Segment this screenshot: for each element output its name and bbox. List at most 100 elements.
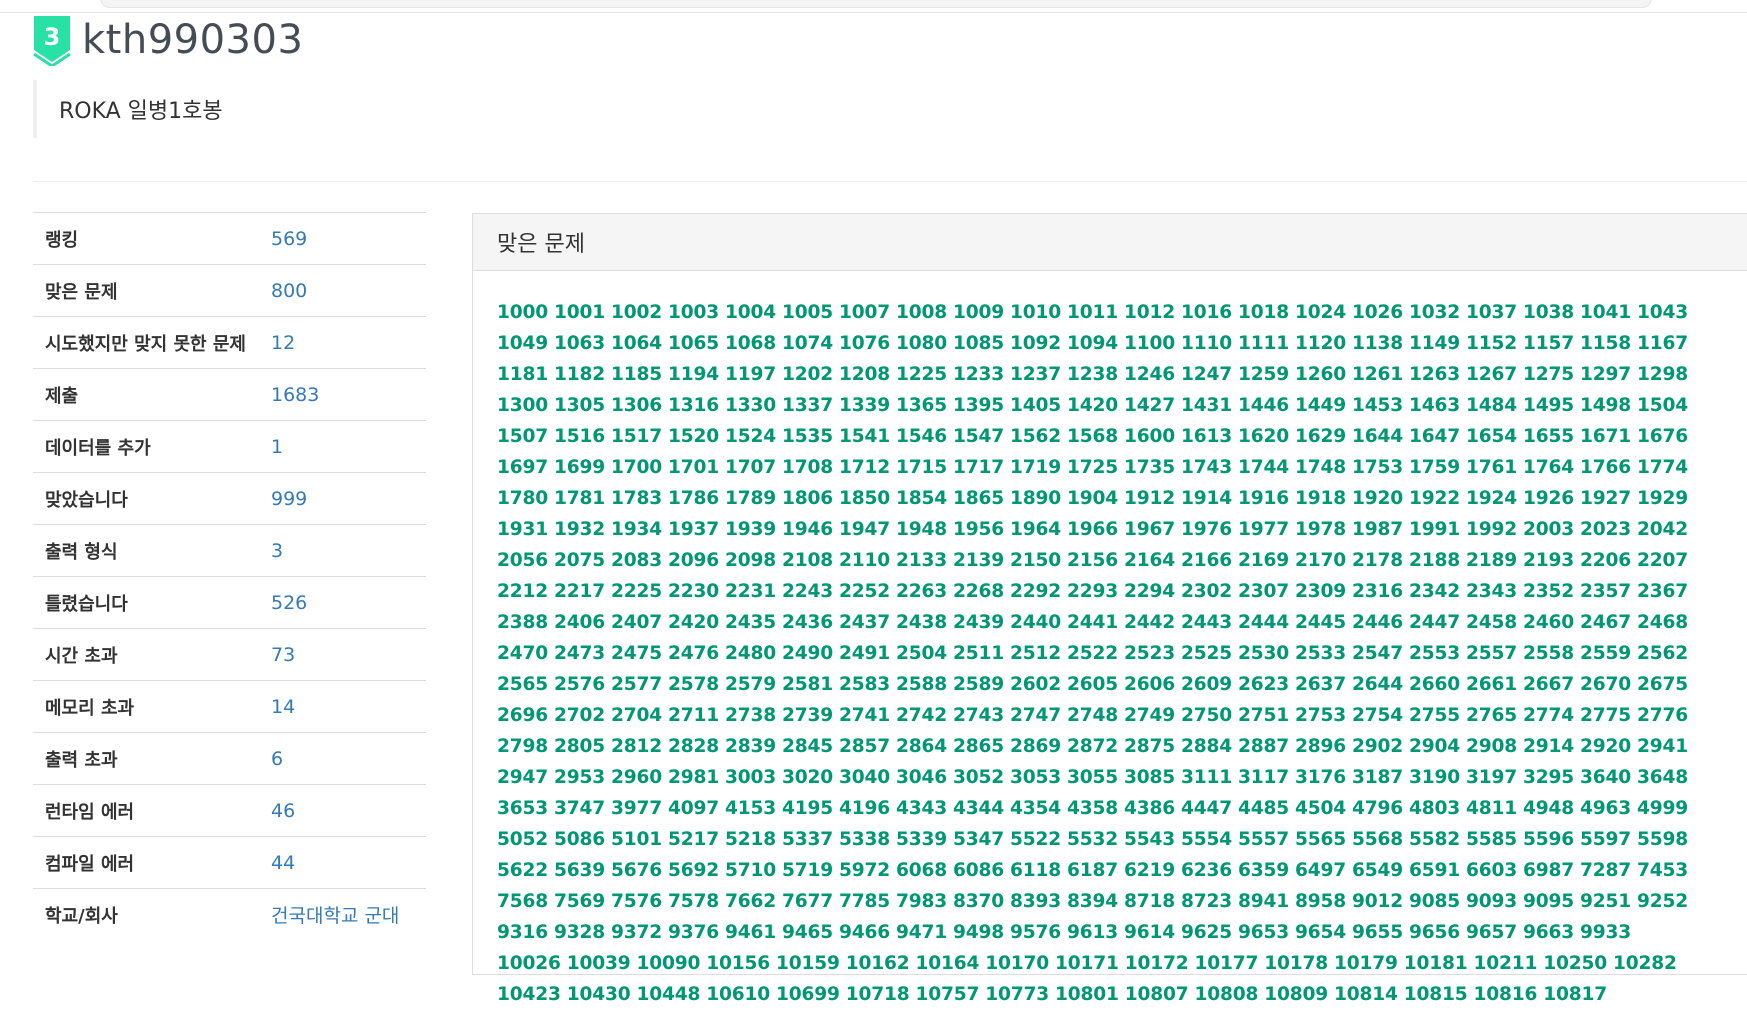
problem-link[interactable]: 1620 [1238,426,1289,447]
problem-link[interactable]: 1016 [1181,302,1232,323]
problem-link[interactable]: 1671 [1580,426,1631,447]
problem-link[interactable]: 4196 [839,798,890,819]
problem-link[interactable]: 1507 [497,426,548,447]
tier-badge-icon[interactable]: 3 [32,14,72,68]
problem-link[interactable]: 1038 [1523,302,1574,323]
problem-link[interactable]: 1629 [1295,426,1346,447]
problem-link[interactable]: 1541 [839,426,890,447]
problem-link[interactable]: 9576 [1010,922,1061,943]
problem-link[interactable]: 2947 [497,767,548,788]
problem-link[interactable]: 1753 [1352,457,1403,478]
problem-link[interactable]: 2470 [497,643,548,664]
problem-link[interactable]: 5101 [611,829,662,850]
stats-value-link[interactable]: 44 [271,837,426,889]
problem-link[interactable]: 1420 [1067,395,1118,416]
problem-link[interactable]: 1786 [668,488,719,509]
problem-link[interactable]: 2798 [497,736,548,757]
problem-link[interactable]: 7576 [611,891,662,912]
problem-link[interactable]: 1766 [1580,457,1631,478]
problem-link[interactable]: 1562 [1010,426,1061,447]
problem-link[interactable]: 5339 [896,829,947,850]
problem-link[interactable]: 2252 [839,581,890,602]
problem-link[interactable]: 1613 [1181,426,1232,447]
problem-link[interactable]: 1600 [1124,426,1175,447]
problem-link[interactable]: 1708 [782,457,833,478]
problem-link[interactable]: 2447 [1409,612,1460,633]
problem-link[interactable]: 4811 [1466,798,1517,819]
problem-link[interactable]: 2559 [1580,643,1631,664]
problem-link[interactable]: 1306 [611,395,662,416]
problem-link[interactable]: 2775 [1580,705,1631,726]
problem-link[interactable]: 5532 [1067,829,1118,850]
problem-link[interactable]: 1365 [896,395,947,416]
problem-link[interactable]: 2530 [1238,643,1289,664]
problem-link[interactable]: 10171 [1055,953,1119,974]
problem-link[interactable]: 1535 [782,426,833,447]
problem-link[interactable]: 4354 [1010,798,1061,819]
problem-link[interactable]: 2230 [668,581,719,602]
problem-link[interactable]: 2437 [839,612,890,633]
problem-link[interactable]: 1783 [611,488,662,509]
problem-link[interactable]: 1759 [1409,457,1460,478]
problem-link[interactable]: 2439 [953,612,1004,633]
problem-link[interactable]: 2904 [1409,736,1460,757]
problem-link[interactable]: 2774 [1523,705,1574,726]
problem-link[interactable]: 2857 [839,736,890,757]
problem-link[interactable]: 2178 [1352,550,1403,571]
problem-link[interactable]: 3046 [896,767,947,788]
problem-link[interactable]: 2003 [1523,519,1574,540]
problem-link[interactable]: 1120 [1295,333,1346,354]
problem-link[interactable]: 2504 [896,643,947,664]
problem-link[interactable]: 1194 [668,364,719,385]
problem-link[interactable]: 7569 [554,891,605,912]
problem-link[interactable]: 1453 [1352,395,1403,416]
problem-link[interactable]: 3190 [1409,767,1460,788]
problem-link[interactable]: 2420 [668,612,719,633]
problem-link[interactable]: 1111 [1238,333,1289,354]
problem-link[interactable]: 2388 [497,612,548,633]
problem-link[interactable]: 8393 [1010,891,1061,912]
problem-link[interactable]: 1948 [896,519,947,540]
problem-link[interactable]: 1707 [725,457,776,478]
problem-link[interactable]: 2602 [1010,674,1061,695]
problem-link[interactable]: 8394 [1067,891,1118,912]
problem-link[interactable]: 1074 [782,333,833,354]
problem-link[interactable]: 2268 [953,581,1004,602]
problem-link[interactable]: 2578 [668,674,719,695]
problem-link[interactable]: 5676 [611,860,662,881]
problem-link[interactable]: 2170 [1295,550,1346,571]
problem-link[interactable]: 1182 [554,364,605,385]
problem-link[interactable]: 6236 [1181,860,1232,881]
problem-link[interactable]: 1065 [668,333,719,354]
problem-link[interactable]: 1012 [1124,302,1175,323]
problem-link[interactable]: 9655 [1352,922,1403,943]
problem-link[interactable]: 1956 [953,519,1004,540]
problem-link[interactable]: 1937 [668,519,719,540]
problem-link[interactable]: 1498 [1580,395,1631,416]
problem-link[interactable]: 5554 [1181,829,1232,850]
problem-link[interactable]: 1568 [1067,426,1118,447]
problem-link[interactable]: 1517 [611,426,662,447]
problem-link[interactable]: 2953 [554,767,605,788]
problem-link[interactable]: 2217 [554,581,605,602]
problem-link[interactable]: 2231 [725,581,776,602]
problem-link[interactable]: 2164 [1124,550,1175,571]
problem-link[interactable]: 9465 [782,922,833,943]
problem-link[interactable]: 1049 [497,333,548,354]
problem-link[interactable]: 2547 [1352,643,1403,664]
problem-link[interactable]: 1431 [1181,395,1232,416]
problem-link[interactable]: 1003 [668,302,719,323]
problem-link[interactable]: 7453 [1637,860,1688,881]
problem-link[interactable]: 2914 [1523,736,1574,757]
problem-link[interactable]: 4358 [1067,798,1118,819]
problem-link[interactable]: 1946 [782,519,833,540]
stats-value-link[interactable]: 14 [271,681,426,733]
problem-link[interactable]: 10026 [497,953,561,974]
problem-link[interactable]: 10250 [1543,953,1607,974]
problem-link[interactable]: 1654 [1466,426,1517,447]
problem-link[interactable]: 10039 [567,953,631,974]
problem-link[interactable]: 1547 [953,426,1004,447]
problem-link[interactable]: 2445 [1295,612,1346,633]
problem-link[interactable]: 9251 [1580,891,1631,912]
problem-link[interactable]: 2023 [1580,519,1631,540]
